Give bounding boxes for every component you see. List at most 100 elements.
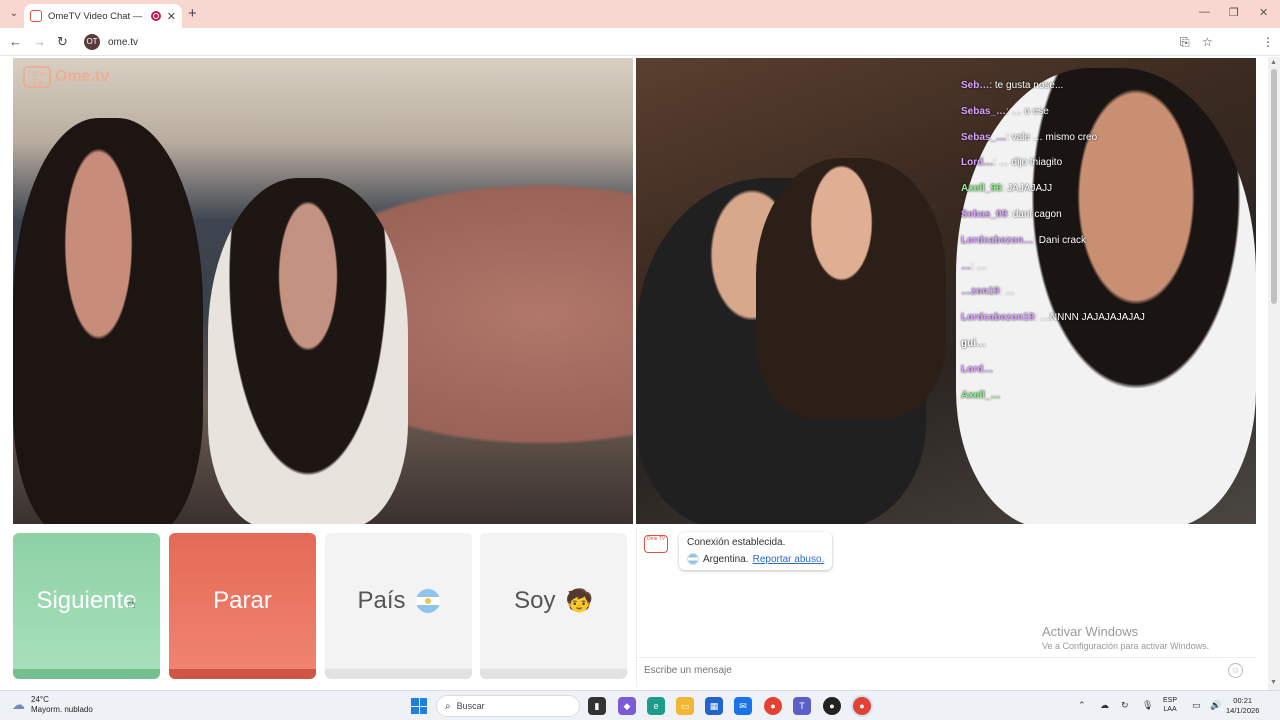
stop-button[interactable]: Parar xyxy=(169,533,316,679)
person-silhouette xyxy=(13,118,203,524)
edge-icon[interactable]: e xyxy=(647,697,665,715)
restore-icon[interactable]: ❐ xyxy=(1229,6,1239,19)
update-icon[interactable]: ↻ xyxy=(1121,700,1129,711)
menu-kebab-icon[interactable]: ⋮ xyxy=(1262,35,1274,49)
overlay-chat-line: Sebas_…: vale … mismo creo xyxy=(961,131,1098,143)
clock-time: 00:21 xyxy=(1233,696,1253,705)
minimize-icon[interactable]: — xyxy=(1199,6,1210,18)
address-bar[interactable]: OT ome.tv xyxy=(80,31,1230,53)
scroll-up-icon[interactable]: ▲ xyxy=(1270,59,1277,66)
url-text[interactable]: ome.tv xyxy=(108,37,138,48)
input-language[interactable]: ESP LAA xyxy=(1163,696,1177,714)
recording-icon xyxy=(150,11,161,21)
scroll-down-icon[interactable]: ▼ xyxy=(1270,679,1277,686)
argentina-flag-icon xyxy=(415,589,440,613)
chrome-active-icon[interactable]: ● xyxy=(853,697,871,715)
search-label: Buscar xyxy=(456,701,485,711)
gender-button-label: Soy xyxy=(514,587,556,614)
stop-button-label: Parar xyxy=(213,587,272,614)
tab-search-icon[interactable]: ⌄ xyxy=(6,6,22,22)
report-abuse-link[interactable]: Reportar abuso. xyxy=(753,554,825,565)
app-icon[interactable]: ● xyxy=(823,697,841,715)
browser-toolbar: ← → ↻ OT ome.tv ⎘ ☆ ⋮ xyxy=(0,28,1280,76)
ometv-page: Ome TV Ome.tv Seb…: te gusta nose... Seba… xyxy=(0,57,1268,690)
partner-country: Argentina. xyxy=(703,553,749,565)
cloud-sync-icon[interactable]: ☁ xyxy=(1100,700,1109,711)
windows-start-icon[interactable] xyxy=(411,698,427,714)
argentina-flag-icon xyxy=(687,553,699,565)
next-button-label: Siguiente xyxy=(36,587,137,614)
overlay-chat-line: …: … xyxy=(961,260,987,272)
forward-icon[interactable]: → xyxy=(33,34,46,49)
new-tab-button[interactable]: + xyxy=(188,5,197,22)
taskbar-search[interactable]: ⌕ Buscar xyxy=(436,695,580,717)
overlay-chat-line: Lord… xyxy=(961,363,994,375)
windows-taskbar: ☁ 24°C Mayorm. nublado ⌕ Buscar ▮ ◆ e ▭ … xyxy=(0,690,1280,720)
logo-text: Ome.tv xyxy=(55,68,110,85)
overlay-chat-line: Lordcabezon19: …NNNN JAJAJAJAJAJ xyxy=(961,312,1145,324)
gender-select-button[interactable]: Soy 🧒 xyxy=(480,533,627,679)
chrome-icon[interactable]: ● xyxy=(764,697,782,715)
emoji-picker-icon[interactable]: ☺ xyxy=(1228,663,1243,678)
install-app-icon[interactable]: ⎘ xyxy=(1180,35,1190,50)
chat-input-bar: ☺ xyxy=(637,657,1257,683)
site-info-icon[interactable]: OT xyxy=(84,34,100,50)
system-message: Conexión establecida. Argentina. Reporta… xyxy=(679,532,833,570)
bookmark-star-icon[interactable]: ☆ xyxy=(1202,35,1213,49)
overlay-chat-line: Lord…: … dijo thiagito xyxy=(961,157,1063,169)
ometv-logo: Ome TV Ome.tv xyxy=(23,66,109,88)
microphone-icon[interactable]: 🎙 xyxy=(1142,700,1153,711)
outlook-icon[interactable]: ✉ xyxy=(734,697,752,715)
temperature: 24°C xyxy=(31,695,49,704)
page-scrollbar[interactable]: ▲ ▼ xyxy=(1268,57,1280,690)
mouse-cursor-icon: ☝ xyxy=(127,595,136,611)
message-input[interactable] xyxy=(637,658,1217,682)
language-code: ESP xyxy=(1163,697,1178,704)
volume-icon[interactable]: 🔊 xyxy=(1210,700,1221,711)
ometv-avatar-icon: Ome TV xyxy=(644,535,668,553)
scroll-thumb[interactable] xyxy=(1271,69,1277,304)
ometv-favicon-icon xyxy=(30,10,42,22)
self-video: Seb…: te gusta nose... Sebas_…: … o ese … xyxy=(636,58,1256,524)
country-filter-button[interactable]: País xyxy=(325,533,472,679)
task-view-icon[interactable]: ▮ xyxy=(588,697,606,715)
system-clock[interactable]: 00:21 14/1/2026 xyxy=(1226,696,1259,716)
network-icon[interactable]: ▭ xyxy=(1192,700,1201,711)
overlay-chat-line: Sebas_09: dani cagon xyxy=(961,208,1062,220)
overlay-chat-line: …zon19: … xyxy=(961,286,1015,298)
file-explorer-icon[interactable]: ▭ xyxy=(676,697,694,715)
country-button-label: País xyxy=(357,587,406,614)
person-silhouette xyxy=(756,158,946,418)
watermark-subtitle: Ve a Configuración para activar Windows. xyxy=(1042,641,1210,651)
keyboard-layout: LAA xyxy=(1163,706,1177,713)
ometv-logo-icon: Ome TV xyxy=(23,66,51,88)
watermark-title: Activar Windows xyxy=(1042,624,1139,639)
overlay-chat-line: Seb…: te gusta nose... xyxy=(961,80,1064,91)
overlay-chat-line: Axell_… xyxy=(961,389,1001,401)
reload-icon[interactable]: ↻ xyxy=(57,34,68,50)
clock-date: 14/1/2026 xyxy=(1226,706,1260,715)
search-icon: ⌕ xyxy=(445,700,451,712)
windows-activation-watermark: Activar Windows Ve a Configuración para … xyxy=(1042,624,1209,651)
person-silhouette xyxy=(208,178,408,524)
store-icon[interactable]: ▦ xyxy=(705,697,723,715)
copilot-icon[interactable]: ◆ xyxy=(618,697,636,715)
weather-condition: Mayorm. nublado xyxy=(31,705,93,714)
cloud-icon: ☁ xyxy=(12,697,25,712)
back-icon[interactable]: ← xyxy=(9,34,22,49)
tray-overflow-icon[interactable]: ⌃ xyxy=(1078,700,1086,711)
teams-icon[interactable]: T xyxy=(793,697,811,715)
overlay-chat-line: gui… xyxy=(961,337,986,349)
boy-emoji-icon: 🧒 xyxy=(565,588,593,613)
stream-overlay-chat: Seb…: te gusta nose... Sebas_…: … o ese … xyxy=(961,80,1251,415)
connection-status: Conexión establecida. xyxy=(687,537,786,548)
weather-widget[interactable]: ☁ 24°C Mayorm. nublado xyxy=(12,695,93,715)
close-tab-icon[interactable]: ✕ xyxy=(167,10,176,23)
next-button[interactable]: Siguiente xyxy=(13,533,160,679)
tab-ometv[interactable]: OmeTV Video Chat — Ome ✕ xyxy=(24,4,182,28)
close-window-icon[interactable]: ✕ xyxy=(1259,6,1268,19)
overlay-chat-line: Lordcabezon…: Dani crack xyxy=(961,234,1087,246)
tab-strip: ⌄ OmeTV Video Chat — Ome ✕ + — ❐ ✕ xyxy=(0,0,1280,28)
chat-panel: Ome TV Conexión establecida. Argentina. … xyxy=(636,527,1257,687)
overlay-chat-line: Axell_96: JAJAJAJJ xyxy=(961,183,1053,195)
